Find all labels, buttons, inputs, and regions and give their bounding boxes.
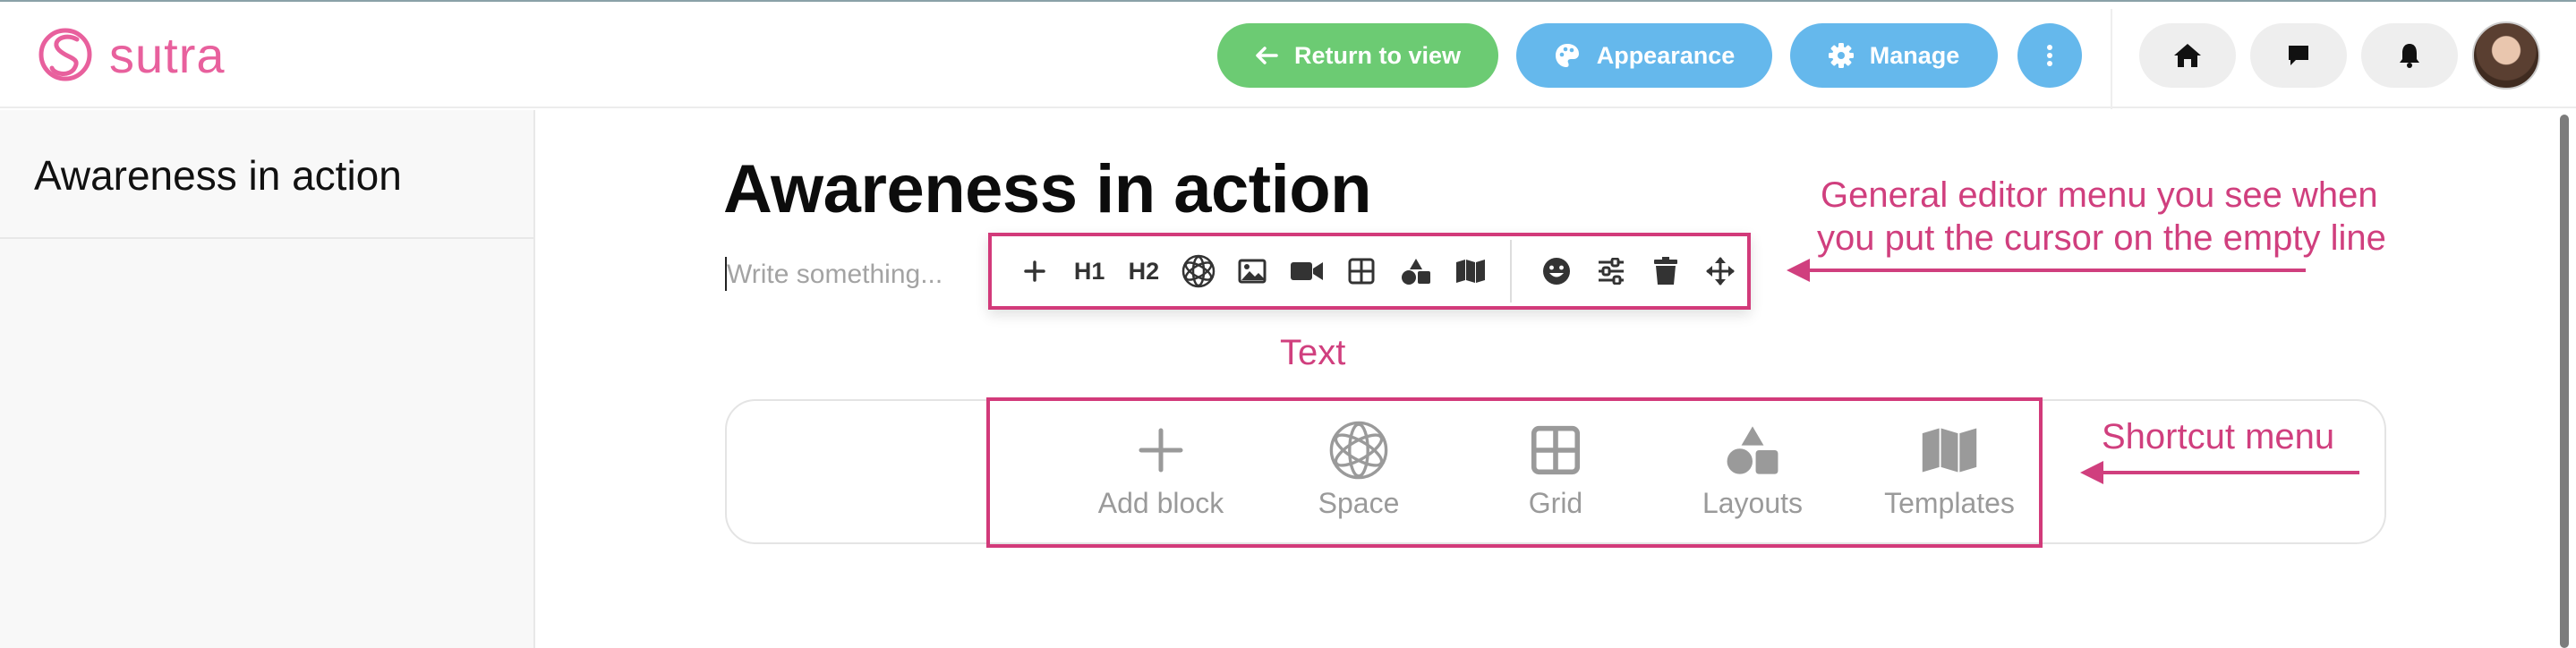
- more-vertical-icon: [2047, 45, 2052, 66]
- logo-text: sutra: [109, 26, 226, 83]
- heading-1-button[interactable]: H1: [1062, 244, 1117, 298]
- grid-button[interactable]: [1335, 244, 1389, 298]
- editor-menu-divider: [1509, 240, 1512, 303]
- home-icon: [2174, 44, 2201, 67]
- trash-icon: [1653, 257, 1677, 285]
- move-icon: [1705, 257, 1735, 286]
- video-button[interactable]: [1280, 244, 1335, 298]
- write-something-placeholder[interactable]: Write something...: [727, 260, 943, 290]
- appearance-label: Appearance: [1596, 41, 1736, 69]
- grid-icon: [1348, 258, 1375, 285]
- shortcut-arrow-line: [2098, 471, 2359, 474]
- shortcut-arrow-head: [2080, 461, 2103, 484]
- sutra-logo-icon: [38, 28, 92, 81]
- editor-menu-arrow-line: [1799, 269, 2306, 272]
- home-button[interactable]: [2139, 23, 2236, 88]
- shortcut-add-block[interactable]: Add block: [1071, 421, 1250, 520]
- emoji-button[interactable]: [1530, 244, 1584, 298]
- bell-icon: [2400, 44, 2419, 68]
- heading-2-button[interactable]: H2: [1117, 244, 1172, 298]
- sidebar-item-awareness-in-action[interactable]: Awareness in action: [0, 110, 533, 239]
- shortcut-grid[interactable]: Grid: [1466, 421, 1645, 520]
- shortcut-templates-label: Templates: [1884, 487, 2015, 519]
- editor-menu-annotation-line1: General editor menu you see when: [1821, 175, 2378, 215]
- layouts-icon: [1401, 259, 1430, 285]
- appearance-button[interactable]: Appearance: [1516, 23, 1772, 88]
- page-title[interactable]: Awareness in action: [723, 150, 1372, 228]
- general-editor-menu: H1 H2: [988, 233, 1751, 310]
- editor-menu-arrow-head: [1787, 259, 1810, 282]
- shortcut-add-block-label: Add block: [1097, 487, 1224, 519]
- arrow-left-icon: [1256, 47, 1278, 64]
- video-icon: [1291, 262, 1324, 280]
- shortcut-grid-label: Grid: [1528, 487, 1583, 519]
- sidebar: Awareness in action: [0, 110, 535, 648]
- more-button[interactable]: [2017, 23, 2082, 88]
- plus-icon: [1139, 428, 1183, 473]
- space-icon: [1181, 254, 1215, 288]
- shortcut-layouts-label: Layouts: [1702, 487, 1804, 519]
- settings-button[interactable]: [1584, 244, 1639, 298]
- image-button[interactable]: [1225, 244, 1280, 298]
- manage-label: Manage: [1869, 41, 1960, 69]
- gear-icon: [1828, 43, 1854, 68]
- notifications-button[interactable]: [2361, 23, 2458, 88]
- grid-icon: [1531, 425, 1581, 475]
- templates-button[interactable]: [1443, 244, 1497, 298]
- avatar[interactable]: [2472, 21, 2540, 90]
- space-icon: [1329, 421, 1388, 480]
- shortcut-space-label: Space: [1318, 487, 1400, 519]
- delete-button[interactable]: [1638, 244, 1693, 298]
- layouts-icon: [1727, 426, 1778, 474]
- shortcut-space[interactable]: Space: [1269, 421, 1448, 520]
- editor-menu-annotation-line2: you put the cursor on the empty line: [1817, 218, 2386, 258]
- emoji-icon: [1543, 258, 1571, 285]
- return-to-view-label: Return to view: [1293, 41, 1462, 69]
- header-divider: [2111, 9, 2112, 109]
- scrollbar[interactable]: [2560, 115, 2569, 648]
- top-bar: sutra Return to view Appearance Manage: [0, 2, 2576, 109]
- plus-icon: [1024, 260, 1046, 282]
- move-button[interactable]: [1693, 244, 1747, 298]
- palette-icon: [1555, 44, 1579, 67]
- templates-icon: [1922, 428, 1977, 473]
- return-to-view-button[interactable]: Return to view: [1217, 23, 1498, 88]
- manage-button[interactable]: Manage: [1790, 23, 1998, 88]
- templates-icon: [1455, 260, 1485, 283]
- space-button[interactable]: [1171, 244, 1225, 298]
- chat-icon: [2289, 46, 2308, 65]
- sliders-icon: [1598, 258, 1624, 285]
- shortcut-menu-annotation: Shortcut menu: [2102, 417, 2335, 456]
- image-icon: [1238, 259, 1267, 284]
- add-block-button[interactable]: [1008, 244, 1062, 298]
- text-annotation: Text: [1280, 333, 1346, 372]
- shortcut-layouts[interactable]: Layouts: [1663, 421, 1842, 520]
- shortcut-templates[interactable]: Templates: [1860, 421, 2039, 520]
- messages-button[interactable]: [2250, 23, 2347, 88]
- sutra-logo[interactable]: sutra: [38, 23, 226, 86]
- layouts-button[interactable]: [1388, 244, 1443, 298]
